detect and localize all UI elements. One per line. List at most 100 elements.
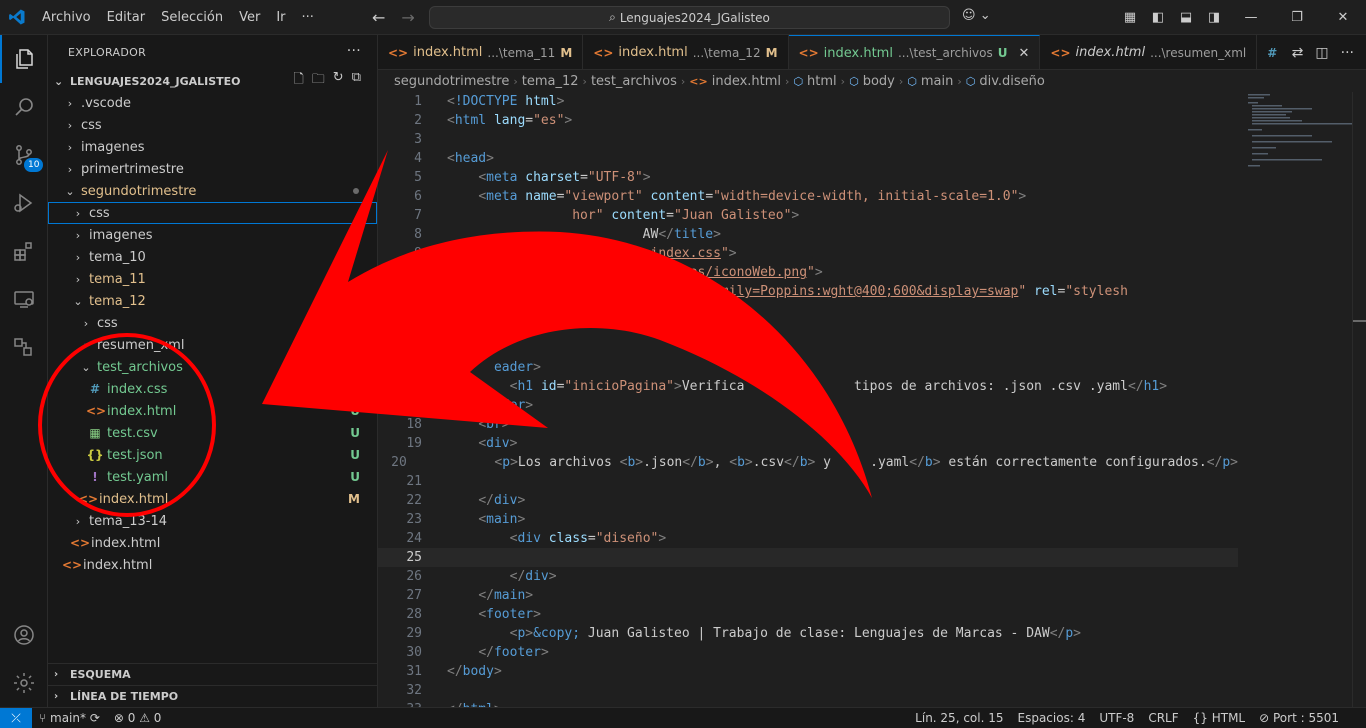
code-line[interactable]: 22 </div> xyxy=(378,491,1238,510)
code-line[interactable]: 25 xyxy=(378,548,1238,567)
breadcrumb-item[interactable]: div.diseño xyxy=(979,74,1045,89)
code-line[interactable]: 29 <p>&copy; Juan Galisteo | Trabajo de … xyxy=(378,624,1238,643)
code-editor[interactable]: 1 <!DOCTYPE html> 2 <html lang="es"> 3 4 <head… xyxy=(378,92,1238,707)
branch-status[interactable]: ⑂ main* ⟳ xyxy=(32,711,107,725)
code-line[interactable]: 23 <main> xyxy=(378,510,1238,529)
breadcrumb-item[interactable]: tema_12 xyxy=(522,74,579,89)
editor-tab[interactable]: <> index.html ...\resumen_xml xyxy=(1040,35,1258,69)
code-line[interactable]: 13 xyxy=(378,320,1238,339)
breadcrumb-item[interactable]: body xyxy=(863,74,895,89)
code-line[interactable]: 26 </div> xyxy=(378,567,1238,586)
code-line[interactable]: 2 <html lang="es"> xyxy=(378,111,1238,130)
encoding-status[interactable]: UTF-8 xyxy=(1092,711,1141,725)
code-line[interactable]: 31 </body> xyxy=(378,662,1238,681)
tree-file[interactable]: # index.css U xyxy=(48,378,377,400)
code-line[interactable]: 17 ader> xyxy=(378,396,1238,415)
explorer-more-button[interactable]: ··· xyxy=(347,43,361,59)
code-line[interactable]: 11 com/css2?family=Poppins:wght@400;600&… xyxy=(378,282,1238,301)
tree-folder[interactable]: › css xyxy=(48,114,377,136)
code-line[interactable]: 9 index.css"> xyxy=(378,244,1238,263)
menu-more-button[interactable]: ··· xyxy=(294,0,322,35)
collapse-all-icon[interactable]: ⧉ xyxy=(352,70,361,92)
code-line[interactable]: 4 <head> xyxy=(378,149,1238,168)
toggle-sidebar-icon[interactable]: ◧ xyxy=(1144,10,1172,25)
run-debug-icon[interactable] xyxy=(0,179,48,227)
source-control-icon[interactable]: 10 xyxy=(0,131,48,179)
menu-item-ver[interactable]: Ver xyxy=(231,0,268,35)
language-mode[interactable]: {} HTML xyxy=(1186,711,1253,725)
split-editor-icon[interactable]: ◫ xyxy=(1315,45,1328,61)
code-line[interactable]: 1 <!DOCTYPE html> xyxy=(378,92,1238,111)
code-line[interactable]: 8 AW</title> xyxy=(378,225,1238,244)
code-line[interactable]: 27 </main> xyxy=(378,586,1238,605)
minimize-button[interactable]: — xyxy=(1228,10,1274,25)
command-center-search[interactable]: ⌕ Lenguajes2024_JGalisteo xyxy=(429,6,950,29)
forward-arrow-icon[interactable]: → xyxy=(401,8,414,27)
tree-file[interactable]: <> index.html U xyxy=(48,400,377,422)
tree-file[interactable]: <> index.html xyxy=(48,532,377,554)
layout-customize-icon[interactable]: ▦ xyxy=(1116,10,1144,25)
problems-status[interactable]: ⊗ 0 ⚠ 0 xyxy=(107,711,169,725)
breadcrumb-item[interactable]: test_archivos xyxy=(591,74,677,89)
timeline-section[interactable]: › LÍNEA DE TIEMPO xyxy=(48,685,378,707)
tree-folder[interactable]: › primertrimestre xyxy=(48,158,377,180)
tree-file[interactable]: ▦ test.csv U xyxy=(48,422,377,444)
settings-gear-icon[interactable] xyxy=(0,659,48,707)
code-line[interactable]: 20 <p>Los archivos <b>.json</b>, <b>.csv… xyxy=(378,453,1238,472)
breadcrumb-item[interactable]: main xyxy=(921,74,953,89)
tree-folder[interactable]: › css xyxy=(48,312,377,334)
remote-explorer-icon[interactable] xyxy=(0,275,48,323)
code-line[interactable]: 30 </footer> xyxy=(378,643,1238,662)
code-line[interactable]: 19 <div> xyxy=(378,434,1238,453)
copilot-button[interactable]: ☺ ⌄ xyxy=(962,8,991,23)
code-line[interactable]: 7 hor" content="Juan Galisteo"> xyxy=(378,206,1238,225)
code-line[interactable]: 10 magenes/iconoWeb.png"> xyxy=(378,263,1238,282)
close-icon[interactable]: ✕ xyxy=(1019,46,1030,61)
accounts-icon[interactable] xyxy=(0,611,48,659)
editor-tab[interactable]: <> index.html ...\tema_11 M xyxy=(378,35,584,69)
workspace-root[interactable]: ⌄ LENGUAJES2024_JGALISTEO 🗋 🗀 ↻ ⧉ xyxy=(48,70,377,92)
breadcrumb-item[interactable]: html xyxy=(807,74,837,89)
project-manager-icon[interactable] xyxy=(0,323,48,371)
editor-tab[interactable]: <> index.html ...\tema_12 M xyxy=(583,35,789,69)
remote-indicator-icon[interactable]: ⤫ xyxy=(0,707,32,728)
code-line[interactable]: 15 eader> xyxy=(378,358,1238,377)
code-line[interactable]: 24 <div class="diseño"> xyxy=(378,529,1238,548)
tree-folder[interactable]: › tema_11 xyxy=(48,268,377,290)
close-window-button[interactable]: ✕ xyxy=(1320,10,1366,25)
tree-folder[interactable]: › imagenes xyxy=(48,136,377,158)
tree-folder[interactable]: ⌄ segundotrimestre xyxy=(48,180,377,202)
indentation-status[interactable]: Espacios: 4 xyxy=(1011,711,1093,725)
cursor-position[interactable]: Lín. 25, col. 15 xyxy=(908,711,1010,725)
compare-changes-icon[interactable]: ⇄ xyxy=(1292,45,1304,61)
tree-folder[interactable]: ⌄ tema_12 xyxy=(48,290,377,312)
code-line[interactable]: 33</html> xyxy=(378,700,1238,707)
code-line[interactable]: 28 <footer> xyxy=(378,605,1238,624)
tree-file[interactable]: <> index.html M xyxy=(48,488,377,510)
extensions-icon[interactable] xyxy=(0,227,48,275)
vertical-scrollbar[interactable] xyxy=(1352,92,1366,707)
tree-file[interactable]: ! test.yaml U xyxy=(48,466,377,488)
live-server-port[interactable]: ⊘ Port : 5501 xyxy=(1252,711,1346,725)
breadcrumb-item[interactable]: segundotrimestre xyxy=(394,74,509,89)
tree-folder[interactable]: › resumen_xml xyxy=(48,334,377,356)
new-folder-icon[interactable]: 🗀 xyxy=(312,70,325,92)
code-line[interactable]: 18 <br> xyxy=(378,415,1238,434)
tree-folder[interactable]: › tema_10 xyxy=(48,246,377,268)
eol-status[interactable]: CRLF xyxy=(1141,711,1185,725)
tree-file[interactable]: <> index.html xyxy=(48,554,377,576)
code-line[interactable]: 14 xyxy=(378,339,1238,358)
new-file-icon[interactable]: 🗋 xyxy=(293,70,303,92)
code-line[interactable]: 5 <meta charset="UTF-8"> xyxy=(378,168,1238,187)
tree-folder[interactable]: › imagenes xyxy=(48,224,377,246)
editor-more-button[interactable]: ··· xyxy=(1341,45,1354,61)
tree-folder[interactable]: › .vscode xyxy=(48,92,377,114)
search-icon[interactable] xyxy=(0,83,48,131)
breadcrumb-item[interactable]: index.html xyxy=(712,74,781,89)
tree-folder[interactable]: ⌄ test_archivos xyxy=(48,356,377,378)
toggle-panel-icon[interactable]: ⬓ xyxy=(1172,10,1200,25)
tree-folder[interactable]: › css xyxy=(48,202,377,224)
menu-item-ir[interactable]: Ir xyxy=(268,0,293,35)
restore-button[interactable]: ❐ xyxy=(1274,10,1320,25)
code-line[interactable]: 12 xyxy=(378,301,1238,320)
